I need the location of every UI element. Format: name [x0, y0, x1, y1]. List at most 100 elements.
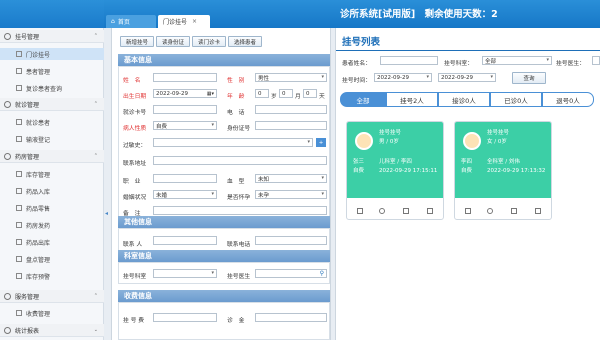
close-tab-icon[interactable]: ×	[192, 18, 197, 25]
list-icon	[16, 205, 22, 211]
sidebar-item-dispense[interactable]: 药房发药	[0, 219, 104, 231]
sidebar-item-retail[interactable]: 药品零售	[0, 202, 104, 214]
blood-select[interactable]: 未知	[255, 174, 327, 183]
dept-label: 挂号科室	[123, 274, 147, 280]
left-splitter[interactable]	[104, 28, 112, 340]
avatar	[463, 132, 481, 150]
sidebar-item-visiting[interactable]: 就诊患者	[0, 116, 104, 128]
sidebar-item-stock[interactable]: 库存管理	[0, 168, 104, 180]
section-other-info: 其他信息	[118, 216, 330, 228]
gear-icon	[4, 152, 11, 160]
date-from-input[interactable]: 2022-09-29	[374, 73, 432, 82]
pregnancy-label: 是否怀孕	[227, 195, 251, 201]
card-gender-age: 男 / 0岁	[379, 139, 399, 145]
id-no-input[interactable]	[255, 121, 327, 130]
sidebar-item-patients[interactable]: 患者管理	[0, 65, 104, 77]
list-icon	[16, 85, 22, 91]
job-input[interactable]	[153, 174, 217, 183]
doctor-input[interactable]: ⚲	[255, 269, 327, 278]
consult-fee-input[interactable]	[255, 313, 327, 322]
sidebar-item-return-patients[interactable]: 复诊患者查询	[0, 82, 104, 94]
tab-home[interactable]: ⌂ 首页	[106, 15, 156, 28]
card-dept-doctor: 儿科室 / 李四	[379, 159, 412, 165]
sidebar-item-registration[interactable]: 门诊挂号	[0, 48, 104, 60]
card-time: 2022-09-29 17:13:32	[487, 168, 546, 174]
age-day-input[interactable]: 0	[303, 89, 317, 98]
card-dept-doctor: 全科室 / 刘伟	[487, 159, 520, 165]
marital-select[interactable]: 未婚	[153, 190, 217, 199]
date-to-input[interactable]: 2022-09-29	[438, 73, 496, 82]
sidebar-group-reports[interactable]: 统计报表 ⌄	[0, 324, 104, 337]
card-title: 挂号挂号	[379, 130, 402, 136]
patient-name-input[interactable]	[380, 56, 438, 65]
user-icon[interactable]	[379, 208, 385, 214]
sidebar-group-visit[interactable]: 就诊管理 ⌃	[0, 98, 104, 111]
patient-name-label: 患者姓名：	[342, 61, 371, 67]
export-icon[interactable]	[403, 208, 409, 214]
fee-input[interactable]	[153, 313, 217, 322]
sidebar-item-infusion[interactable]: 输液登记	[0, 133, 104, 145]
tab-registered[interactable]: 挂号2人	[386, 92, 438, 107]
sidebar-item-drug-out[interactable]: 药品出库	[0, 236, 104, 248]
tab-registration[interactable]: 门诊挂号 ×	[158, 15, 210, 28]
month-unit: 月	[295, 94, 301, 100]
user-icon[interactable]	[487, 208, 493, 214]
dept-select[interactable]	[153, 269, 217, 278]
card-title: 挂号挂号	[487, 130, 510, 136]
sidebar-group-service[interactable]: 服务管理 ⌃	[0, 290, 104, 303]
sidebar-item-stock-alert[interactable]: 库存预警	[0, 270, 104, 282]
day-unit: 天	[319, 94, 325, 100]
doctor-label: 挂号医生	[227, 274, 251, 280]
sidebar-group-pharmacy[interactable]: 药房管理 ⌃	[0, 150, 104, 163]
search-icon[interactable]: ⚲	[320, 270, 324, 277]
dob-input[interactable]: 2022-09-29 ▦▾	[153, 89, 217, 98]
title-divider	[336, 50, 600, 51]
select-patient-button[interactable]: 选择患者	[228, 36, 262, 47]
read-clinic-card-button[interactable]: 读门诊卡	[192, 36, 226, 47]
tab-treated[interactable]: 已诊0人	[490, 92, 542, 107]
contact-phone-input[interactable]	[255, 236, 327, 245]
patient-card[interactable]: 挂号挂号 女 / 0岁 李四 自费 全科室 / 刘伟 2022-09-29 17…	[454, 121, 552, 220]
export-icon[interactable]	[511, 208, 517, 214]
phone-input[interactable]	[255, 105, 327, 114]
contact-input[interactable]	[153, 236, 217, 245]
home-icon: ⌂	[111, 18, 115, 25]
pregnancy-select[interactable]: 未孕	[255, 190, 327, 199]
collapse-arrow-icon[interactable]: ◂	[105, 210, 108, 217]
list-icon	[16, 222, 22, 228]
new-registration-button[interactable]: 新增挂号	[120, 36, 154, 47]
add-allergy-button[interactable]: +	[316, 138, 326, 147]
nature-select[interactable]: 自费	[153, 121, 217, 130]
sidebar-item-inventory[interactable]: 盘点管理	[0, 253, 104, 265]
allergy-select[interactable]	[153, 138, 313, 147]
list-icon	[16, 256, 22, 262]
name-label: 姓 名	[123, 78, 141, 84]
name-input[interactable]	[153, 73, 217, 82]
sidebar-group-registration[interactable]: 挂号管理 ⌃	[0, 30, 104, 43]
tab-all[interactable]: 全部	[340, 92, 386, 107]
print-icon[interactable]	[465, 208, 471, 214]
age-year-input[interactable]: 0	[255, 89, 269, 98]
sidebar-item-drug-in[interactable]: 药品入库	[0, 185, 104, 197]
filter-dept-select[interactable]: 全部	[482, 56, 552, 65]
job-label: 职 业	[123, 179, 141, 185]
printer-icon[interactable]	[535, 208, 541, 214]
note-input[interactable]	[153, 206, 327, 215]
card-no-input[interactable]	[153, 105, 217, 114]
print-icon[interactable]	[357, 208, 363, 214]
calendar-icon[interactable]: ▦▾	[207, 91, 214, 97]
address-input[interactable]	[153, 156, 327, 165]
filter-doctor-input[interactable]	[592, 56, 600, 65]
gender-select[interactable]: 男性	[255, 73, 327, 82]
printer-icon[interactable]	[427, 208, 433, 214]
gear-icon	[4, 32, 11, 40]
read-id-card-button[interactable]: 读身份证	[156, 36, 190, 47]
tab-refunded[interactable]: 退号0人	[542, 92, 594, 107]
phone-label: 电 话	[227, 110, 245, 116]
tab-received[interactable]: 接诊0人	[438, 92, 490, 107]
age-month-input[interactable]: 0	[279, 89, 293, 98]
sidebar: 挂号管理 ⌃ 门诊挂号 患者管理 复诊患者查询 就诊管理 ⌃ 就诊患者 输液登记 药…	[0, 28, 104, 340]
sidebar-item-charges[interactable]: 收费管理	[0, 307, 104, 319]
patient-card[interactable]: 挂号挂号 男 / 0岁 张三 自费 儿科室 / 李四 2022-09-29 17…	[346, 121, 444, 220]
query-button[interactable]: 查询	[512, 72, 546, 84]
